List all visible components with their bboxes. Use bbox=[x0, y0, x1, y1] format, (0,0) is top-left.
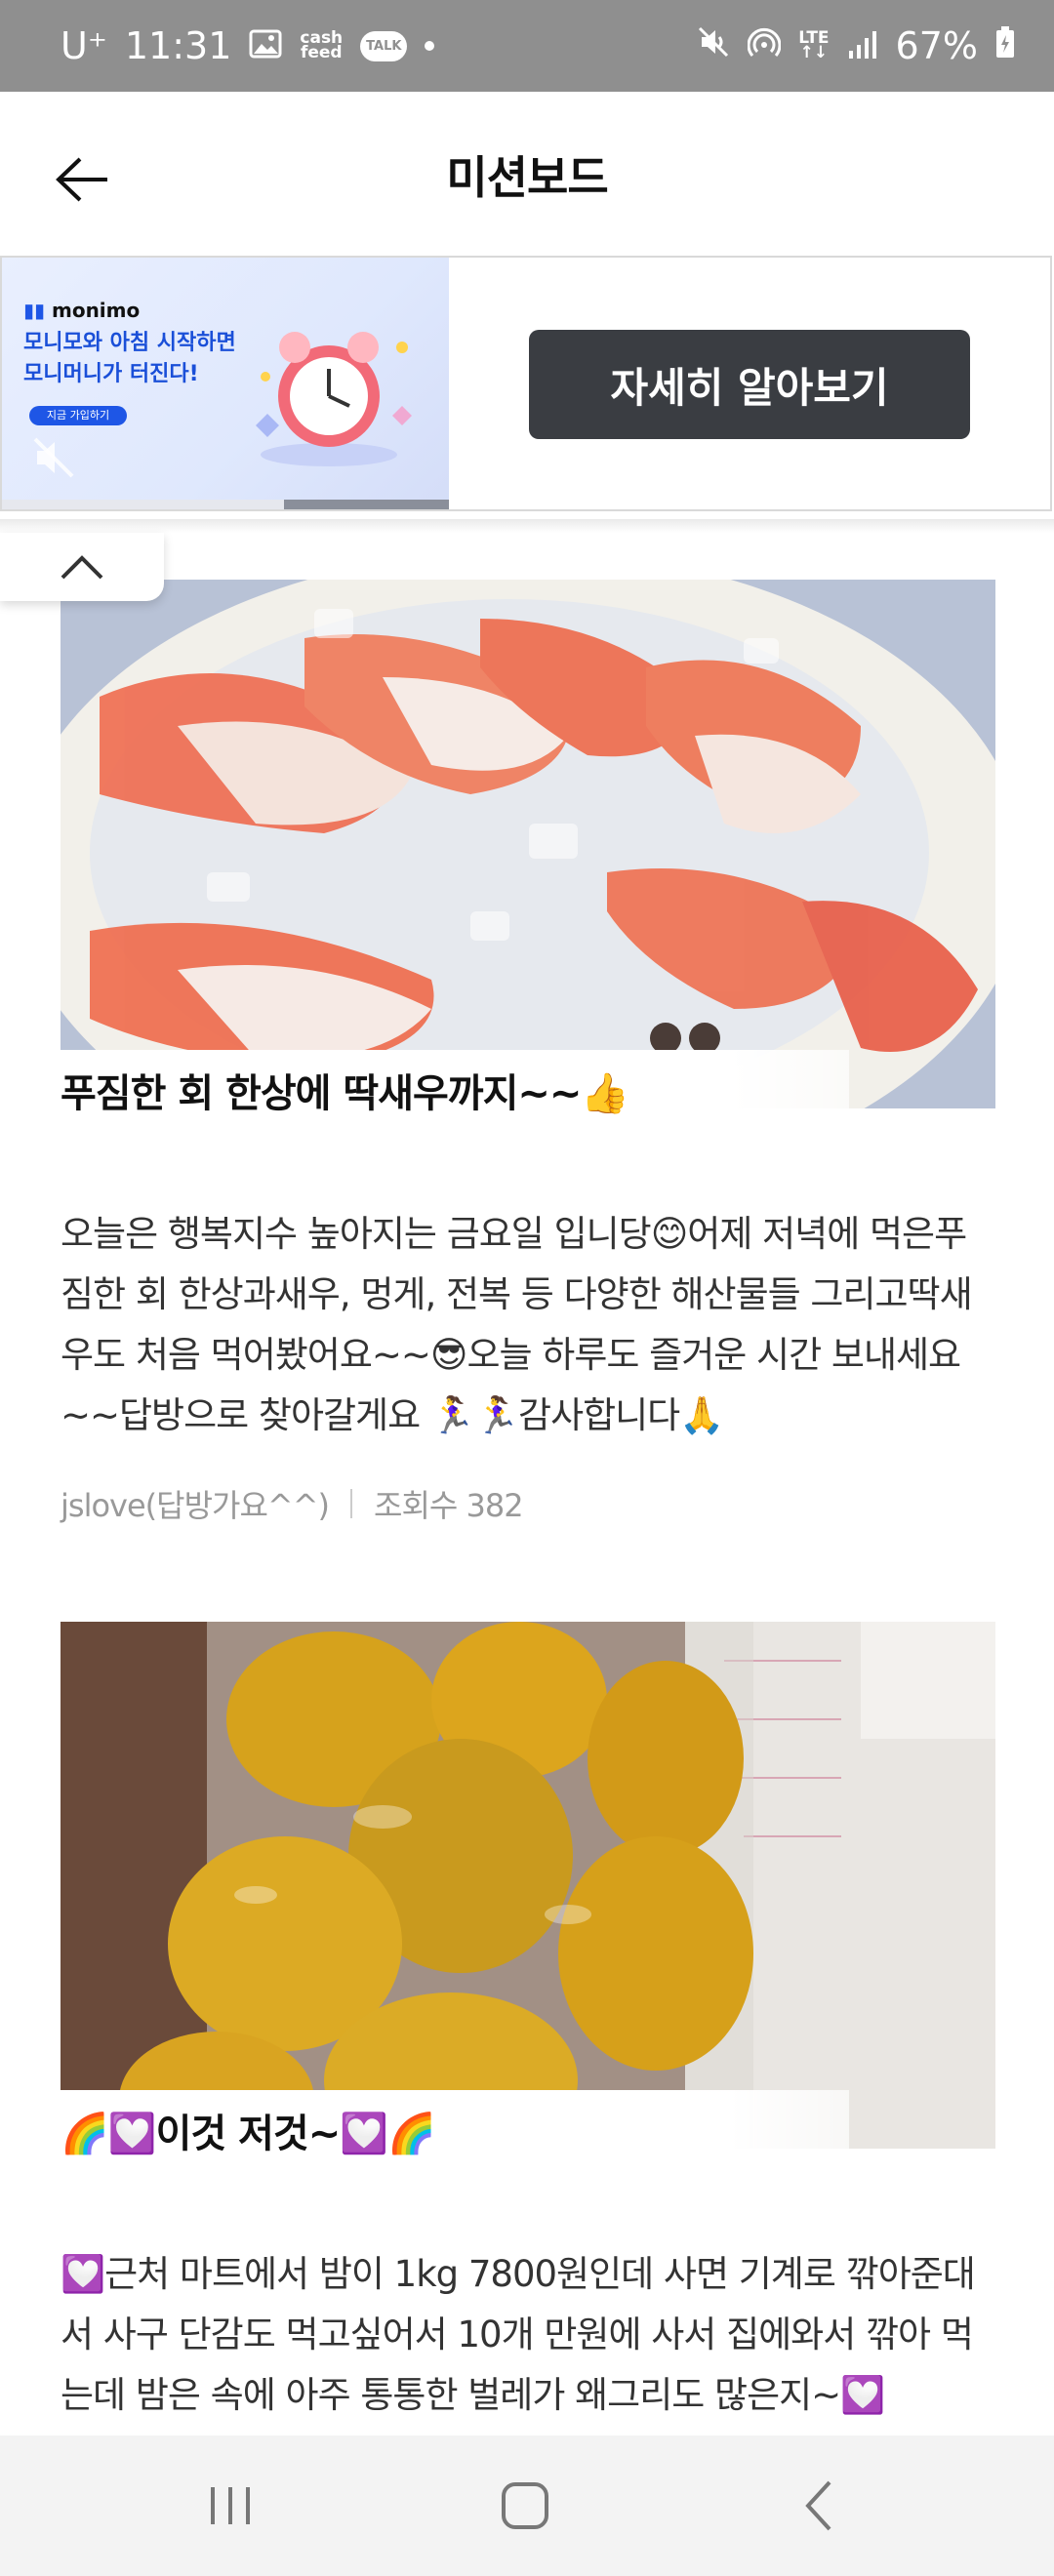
carrier-label: U⁺ bbox=[61, 24, 107, 67]
status-bar: U⁺ 11:31 cash feed TALK LTE ↑↓ 67% bbox=[0, 0, 1054, 92]
lte-icon: LTE ↑↓ bbox=[798, 28, 830, 62]
ad-video-progress bbox=[2, 500, 449, 509]
status-left: U⁺ 11:31 cash feed TALK bbox=[61, 0, 435, 92]
persimmon-photo bbox=[61, 1622, 995, 2149]
mute-icon bbox=[697, 24, 730, 67]
ad-banner[interactable]: ▮▮ monimo 모니모와 아침 시작하면 모니머니가 터진다! 지금 가입하기… bbox=[0, 256, 1052, 511]
cashfeed-icon: cash feed bbox=[300, 28, 344, 62]
ad-headline: 모니모와 아침 시작하면 모니머니가 터진다! bbox=[23, 331, 236, 386]
meta-divider bbox=[350, 1489, 353, 1518]
post-views: 조회수 382 bbox=[374, 1487, 524, 1524]
battery-percent: 67% bbox=[895, 24, 978, 67]
collapse-ad-button[interactable] bbox=[0, 533, 164, 601]
gallery-icon bbox=[249, 24, 282, 67]
ad-video[interactable]: ▮▮ monimo 모니모와 아침 시작하면 모니머니가 터진다! 지금 가입하기 bbox=[2, 258, 449, 509]
page-title: 미션보드 bbox=[446, 151, 608, 204]
alarm-clock-illustration bbox=[256, 332, 412, 466]
post-image-shrimp[interactable] bbox=[61, 580, 995, 1108]
shrimp-photo bbox=[61, 580, 995, 1108]
chevron-up-icon bbox=[61, 555, 103, 580]
clock: 11:31 bbox=[124, 24, 232, 67]
ad-signup-pill: 지금 가입하기 bbox=[29, 406, 127, 425]
ad-divider bbox=[0, 519, 1054, 533]
app-bar: 미션보드 bbox=[0, 92, 1054, 256]
back-nav-button[interactable] bbox=[722, 2435, 917, 2576]
signal-icon bbox=[847, 24, 878, 67]
back-chevron-icon bbox=[805, 2480, 831, 2531]
home-icon bbox=[502, 2482, 548, 2529]
post-body[interactable]: 💟근처 마트에서 밤이 1kg 7800원인데 사면 기계로 깎아준대서 사구 … bbox=[61, 2244, 997, 2426]
recent-apps-button[interactable] bbox=[133, 2435, 328, 2576]
ad-brand-logo: ▮▮ monimo bbox=[23, 299, 141, 322]
status-right: LTE ↑↓ 67% bbox=[697, 0, 1015, 92]
kakaotalk-icon: TALK bbox=[360, 30, 408, 61]
post-title-container: 🌈💟이것 저것~💟🌈 bbox=[61, 2090, 849, 2168]
notification-dot-icon bbox=[425, 41, 435, 51]
post-title[interactable]: 🌈💟이것 저것~💟🌈 bbox=[61, 2090, 849, 2168]
ad-mute-icon[interactable] bbox=[29, 433, 78, 482]
post-title[interactable]: 푸짐한 회 한상에 딱새우까지~~👍 bbox=[61, 1050, 849, 1128]
post-image-persimmons[interactable] bbox=[61, 1622, 995, 2149]
recent-apps-icon bbox=[211, 2487, 250, 2524]
hotspot-icon bbox=[747, 24, 782, 67]
learn-more-button[interactable]: 자세히 알아보기 bbox=[529, 330, 970, 439]
post-author: jslove(답방가요^^) bbox=[61, 1487, 330, 1524]
post-meta: jslove(답방가요^^) 조회수 382 bbox=[61, 1481, 524, 1526]
system-navigation-bar bbox=[0, 2435, 1054, 2576]
battery-icon bbox=[995, 24, 1015, 67]
post-title-container: 푸짐한 회 한상에 딱새우까지~~👍 bbox=[61, 1050, 849, 1128]
home-button[interactable] bbox=[427, 2435, 623, 2576]
post-body[interactable]: 오늘은 행복지수 높아지는 금요일 입니당😊어제 저녁에 먹은푸짐한 회 한상과… bbox=[61, 1204, 997, 1446]
ad-video-progress-fill bbox=[2, 500, 284, 509]
